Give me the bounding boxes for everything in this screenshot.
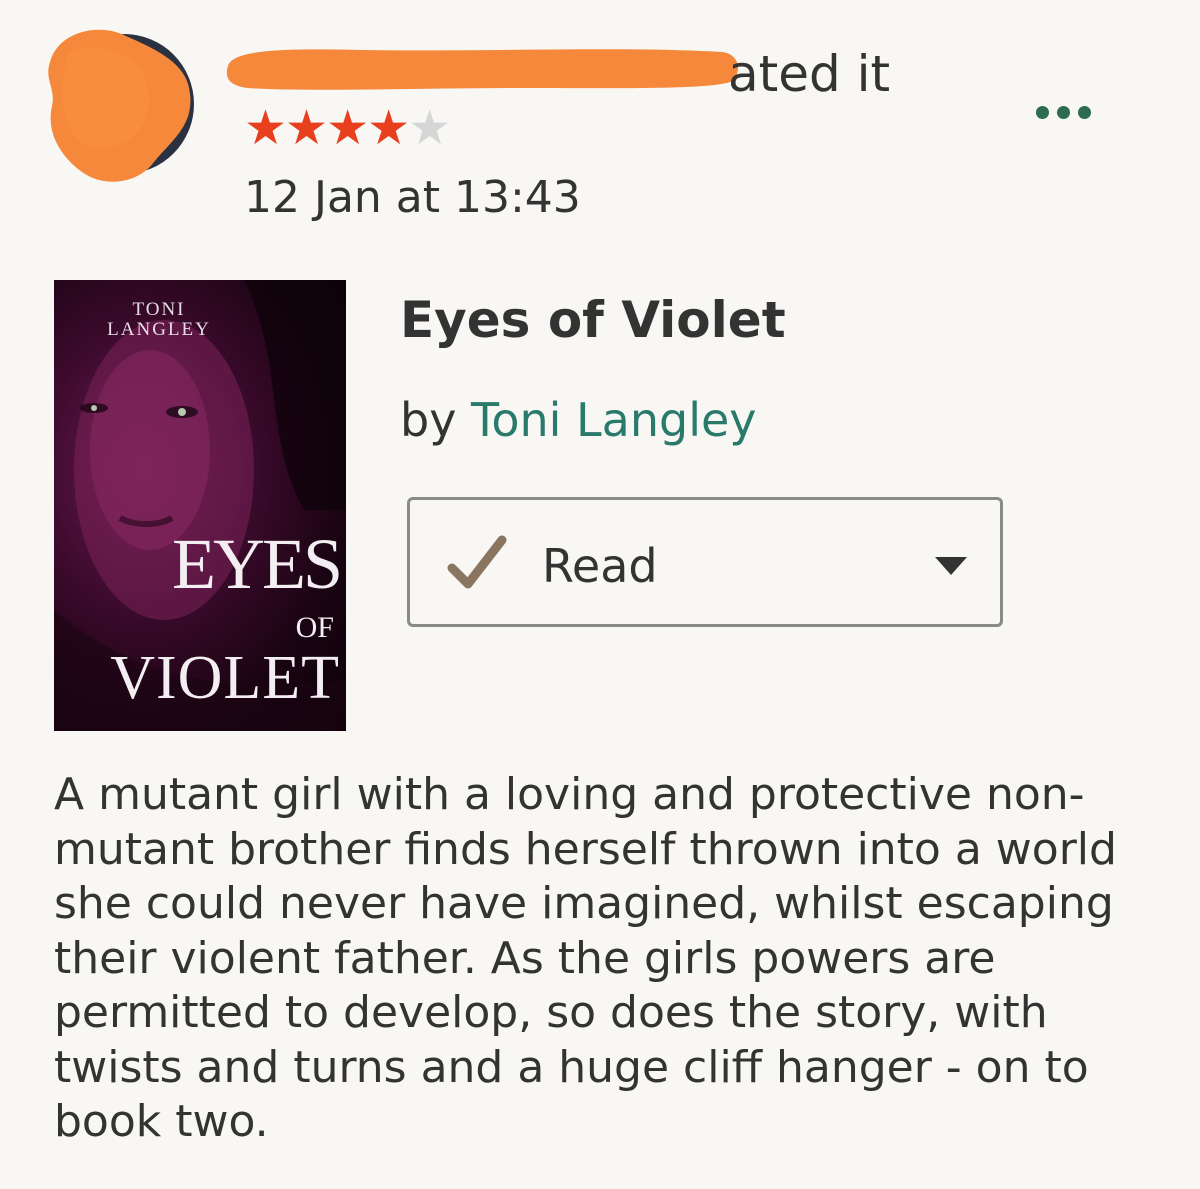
checkmark-icon: [447, 535, 507, 589]
book-cover[interactable]: TONI LANGLEY EYES OF VIOLET: [54, 280, 346, 731]
dot: [1057, 105, 1070, 119]
shelf-status-label: Read: [542, 539, 658, 593]
cover-title-line: OF: [295, 611, 334, 644]
cover-title-line: VIOLET: [110, 644, 340, 712]
review-timestamp[interactable]: 12 Jan at 13:43: [244, 170, 581, 226]
cover-author-text: TONI LANGLEY: [54, 300, 264, 340]
dot: [1036, 105, 1049, 119]
author-link[interactable]: Toni Langley: [471, 393, 756, 447]
star-empty-icon: ★: [408, 100, 451, 156]
review-action-text: ated it: [728, 45, 891, 103]
more-options-icon[interactable]: [1036, 98, 1100, 126]
dot: [1078, 105, 1091, 119]
username-redacted: [222, 42, 742, 94]
by-prefix: by: [400, 393, 457, 447]
caret-down-icon: [935, 557, 967, 575]
cover-author-line: LANGLEY: [107, 319, 211, 340]
star-filled-icon: ★★★★: [244, 100, 410, 156]
cover-title-line: EYES: [172, 524, 343, 604]
book-title[interactable]: Eyes of Violet: [400, 290, 786, 350]
star-rating: ★★★★★: [244, 100, 451, 156]
shelf-status-dropdown[interactable]: Read: [407, 497, 1003, 627]
avatar[interactable]: [38, 22, 198, 187]
book-byline: by Toni Langley: [400, 390, 757, 450]
review-text: A mutant girl with a loving and protecti…: [54, 769, 1117, 1147]
cover-author-line: TONI: [132, 299, 186, 320]
